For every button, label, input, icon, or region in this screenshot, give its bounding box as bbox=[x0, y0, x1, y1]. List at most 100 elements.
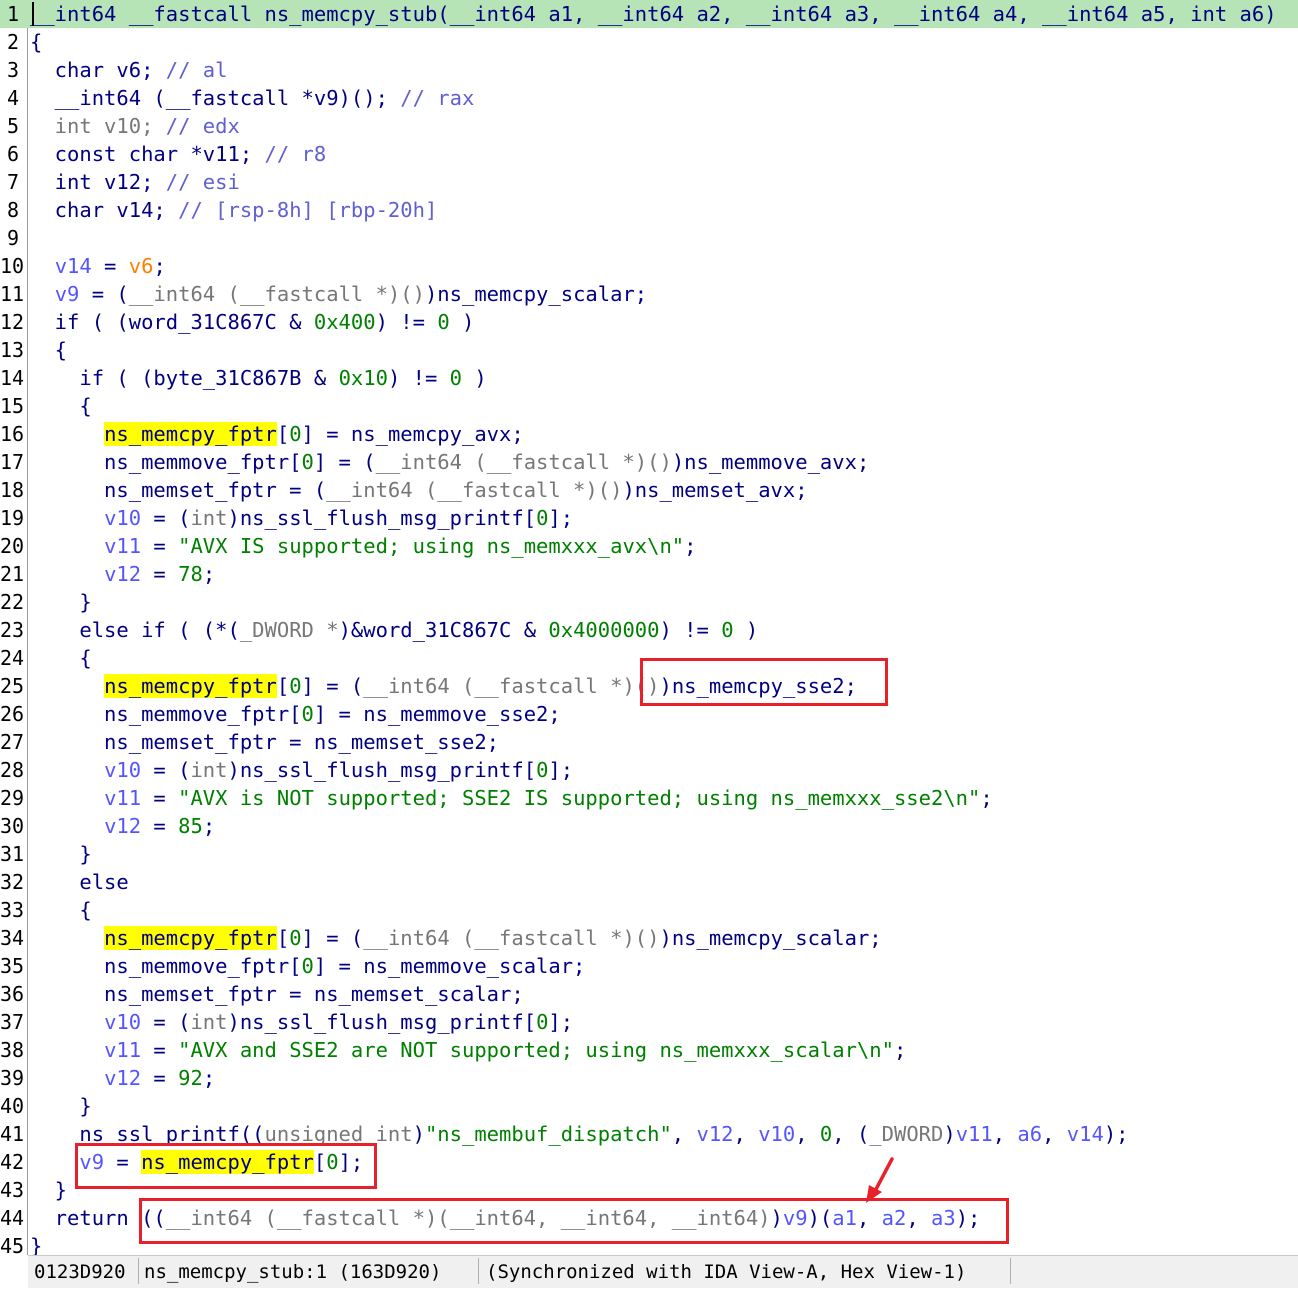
code-line[interactable]: 35 ns_memmove_fptr[0] = ns_memmove_scala… bbox=[0, 952, 1298, 980]
code-line[interactable]: 2{ bbox=[0, 28, 1298, 56]
line-number: 29 bbox=[0, 786, 25, 810]
code-line[interactable]: 15 { bbox=[0, 392, 1298, 420]
line-number: 45 bbox=[0, 1234, 25, 1258]
line-number: 9 bbox=[6, 226, 19, 250]
code-token: ; bbox=[202, 1066, 216, 1090]
code-line[interactable]: 17 ns_memmove_fptr[0] = (__int64 (__fast… bbox=[0, 448, 1298, 476]
code-line[interactable]: 36 ns_memset_fptr = ns_memset_scalar; bbox=[0, 980, 1298, 1008]
code-line[interactable]: 10 v14 = v6; bbox=[0, 252, 1298, 280]
line-number: 18 bbox=[0, 478, 25, 502]
code-token: v10 bbox=[104, 506, 142, 530]
code-line[interactable]: 29 v11 = "AVX is NOT supported; SSE2 IS … bbox=[0, 784, 1298, 812]
line-code: __int64 (__fastcall *v9)(); // rax bbox=[30, 84, 475, 112]
highlighted-identifier[interactable]: ns_memcpy_fptr bbox=[104, 926, 277, 950]
code-token: __int64 __fastcall ns_memcpy_stub(__int6… bbox=[30, 2, 1277, 26]
line-code: { bbox=[30, 644, 91, 672]
code-token: ] = ( bbox=[301, 926, 364, 950]
status-divider bbox=[1010, 1258, 1011, 1284]
code-line[interactable]: 34 ns_memcpy_fptr[0] = (__int64 (__fastc… bbox=[0, 924, 1298, 952]
code-line[interactable]: 9 bbox=[0, 224, 1298, 252]
code-token: // [rsp-8h] [rbp-20h] bbox=[178, 198, 438, 222]
code-token: v11 bbox=[104, 534, 142, 558]
code-token: 92 bbox=[178, 1066, 203, 1090]
code-token: ) != bbox=[387, 366, 450, 390]
code-line[interactable]: 30 v12 = 85; bbox=[0, 812, 1298, 840]
code-token: ] = ns_memmove_sse2; bbox=[313, 702, 561, 726]
code-line[interactable]: 4 __int64 (__fastcall *v9)(); // rax bbox=[0, 84, 1298, 112]
code-token: 78 bbox=[178, 562, 203, 586]
code-token: 0 bbox=[289, 422, 302, 446]
code-line[interactable]: 33 { bbox=[0, 896, 1298, 924]
code-token: "AVX and SSE2 are NOT supported; using n… bbox=[178, 1038, 894, 1062]
line-code: const char *v11; // r8 bbox=[30, 140, 327, 168]
code-token: )ns_ssl_flush_msg_printf[ bbox=[227, 506, 537, 530]
code-line[interactable]: 20 v11 = "AVX IS supported; using ns_mem… bbox=[0, 532, 1298, 560]
code-token: ] = ns_memcpy_avx; bbox=[301, 422, 524, 446]
code-line[interactable]: 3 char v6; // al bbox=[0, 56, 1298, 84]
code-line[interactable]: 18 ns_memset_fptr = (__int64 (__fastcall… bbox=[0, 476, 1298, 504]
code-token: v10 bbox=[104, 758, 142, 782]
code-line[interactable]: 28 v10 = (int)ns_ssl_flush_msg_printf[0]… bbox=[0, 756, 1298, 784]
code-line[interactable]: 38 v11 = "AVX and SSE2 are NOT supported… bbox=[0, 1036, 1298, 1064]
code-line[interactable]: 23 else if ( (*(_DWORD *)&word_31C867C &… bbox=[0, 616, 1298, 644]
code-line[interactable]: 39 v12 = 92; bbox=[0, 1064, 1298, 1092]
code-line[interactable]: 16 ns_memcpy_fptr[0] = ns_memcpy_avx; bbox=[0, 420, 1298, 448]
code-token: // r8 bbox=[264, 142, 327, 166]
code-line[interactable]: 11 v9 = (__int64 (__fastcall *)())ns_mem… bbox=[0, 280, 1298, 308]
code-token: )ns_memcpy_scalar; bbox=[424, 282, 648, 306]
line-code: v11 = "AVX is NOT supported; SSE2 IS sup… bbox=[30, 784, 993, 812]
status-bar: 0123D920 ns_memcpy_stub:1 (163D920) (Syn… bbox=[28, 1255, 1298, 1288]
line-number: 30 bbox=[0, 814, 25, 838]
line-code: else bbox=[30, 868, 128, 896]
highlighted-identifier[interactable]: ns_memcpy_fptr bbox=[104, 422, 277, 446]
line-code: v12 = 85; bbox=[30, 812, 215, 840]
code-line[interactable]: 37 v10 = (int)ns_ssl_flush_msg_printf[0]… bbox=[0, 1008, 1298, 1036]
line-number: 37 bbox=[0, 1010, 25, 1034]
code-token: )ns_memcpy_scalar; bbox=[659, 926, 882, 950]
code-line[interactable]: 8 char v14; // [rsp-8h] [rbp-20h] bbox=[0, 196, 1298, 224]
status-divider bbox=[138, 1258, 139, 1284]
code-token: , bbox=[1042, 1122, 1067, 1146]
line-code: } bbox=[30, 588, 91, 616]
code-token: , bbox=[671, 1122, 697, 1146]
code-line[interactable]: 14 if ( (byte_31C867B & 0x10) != 0 ) bbox=[0, 364, 1298, 392]
code-line[interactable]: 22 } bbox=[0, 588, 1298, 616]
code-token: const char *v11; bbox=[30, 142, 265, 166]
code-line[interactable]: 40 } bbox=[0, 1092, 1298, 1120]
line-code: v14 = v6; bbox=[30, 252, 166, 280]
code-line[interactable]: 6 const char *v11; // r8 bbox=[0, 140, 1298, 168]
code-line[interactable]: 13 { bbox=[0, 336, 1298, 364]
status-location: ns_memcpy_stub:1 (163D920) bbox=[144, 1261, 442, 1283]
highlighted-identifier[interactable]: ns_memcpy_fptr bbox=[104, 674, 277, 698]
code-token: = bbox=[91, 254, 129, 278]
line-code: ns_memmove_fptr[0] = ns_memmove_sse2; bbox=[30, 700, 561, 728]
line-number: 5 bbox=[6, 114, 19, 138]
code-token: __int64 (__fastcall *)() bbox=[375, 450, 672, 474]
code-token: ; bbox=[202, 562, 216, 586]
line-number: 31 bbox=[0, 842, 25, 866]
code-line[interactable]: 19 v10 = (int)ns_ssl_flush_msg_printf[0]… bbox=[0, 504, 1298, 532]
code-line[interactable]: 5 int v10; // edx bbox=[0, 112, 1298, 140]
pseudocode-view[interactable]: 1 __int64 __fastcall ns_memcpy_stub(__int… bbox=[0, 0, 1298, 1258]
code-line[interactable]: 27 ns_memset_fptr = ns_memset_sse2; bbox=[0, 728, 1298, 756]
code-token: int v12; bbox=[30, 170, 166, 194]
code-line[interactable]: 1 __int64 __fastcall ns_memcpy_stub(__int… bbox=[0, 0, 1298, 28]
status-divider bbox=[478, 1258, 479, 1284]
code-token: v11 bbox=[955, 1122, 993, 1146]
code-token: ) != bbox=[659, 618, 722, 642]
code-token: // rax bbox=[400, 86, 475, 110]
code-token: 0 bbox=[301, 954, 314, 978]
code-token: )ns_ssl_flush_msg_printf[ bbox=[227, 1010, 537, 1034]
line-code: { bbox=[30, 28, 42, 56]
code-line[interactable]: 12 if ( (word_31C867C & 0x400) != 0 ) bbox=[0, 308, 1298, 336]
code-line[interactable]: 31 } bbox=[0, 840, 1298, 868]
annotation-arrow-icon bbox=[866, 1157, 894, 1203]
code-line[interactable]: 21 v12 = 78; bbox=[0, 560, 1298, 588]
code-line[interactable]: 7 int v12; // esi bbox=[0, 168, 1298, 196]
text-caret bbox=[32, 2, 34, 26]
code-line[interactable]: 32 else bbox=[0, 868, 1298, 896]
line-number: 42 bbox=[0, 1150, 25, 1174]
status-sync: (Synchronized with IDA View-A, Hex View-… bbox=[486, 1261, 967, 1283]
